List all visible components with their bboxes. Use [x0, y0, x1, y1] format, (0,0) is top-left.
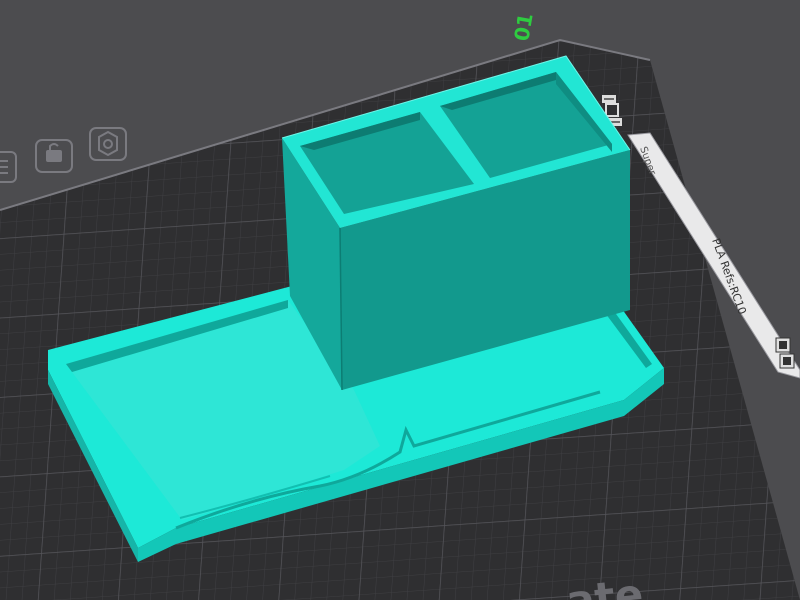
corner-axis-number: 01	[509, 11, 537, 43]
gear-icon[interactable]	[89, 127, 127, 161]
list-icon[interactable]	[0, 151, 17, 183]
square-icon	[775, 337, 791, 353]
viewport-canvas[interactable]: 01 Super PLA Refs:RC10 ate	[0, 0, 800, 600]
square-icon	[779, 353, 795, 369]
bed-icon-bar	[0, 127, 127, 183]
arrow-icon	[602, 95, 616, 103]
3d-viewport[interactable]: 01 Super PLA Refs:RC10 ate	[0, 0, 800, 600]
layers-icon[interactable]	[35, 139, 73, 173]
